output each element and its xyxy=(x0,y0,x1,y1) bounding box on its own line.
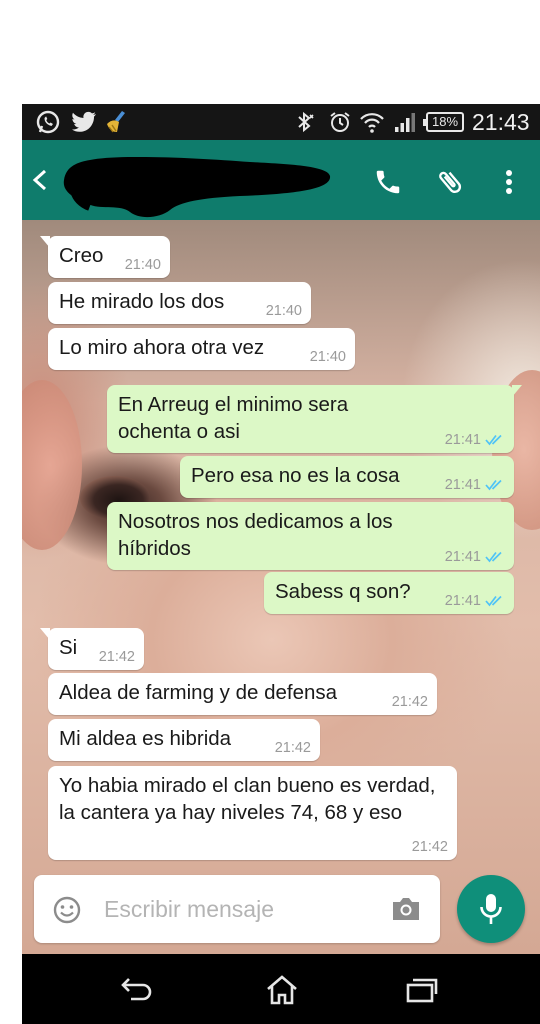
back-arrow-icon[interactable] xyxy=(28,166,52,194)
read-receipt-icon xyxy=(485,595,502,607)
message-text: Aldea de farming y de defensa xyxy=(59,681,338,704)
message-meta: 21:42 xyxy=(99,649,135,665)
message-bubble-outgoing[interactable]: En Arreug el minimo sera ochenta o asi 2… xyxy=(107,385,522,453)
message-input-placeholder: Escribir mensaje xyxy=(104,896,274,922)
message-meta: 21:41 xyxy=(445,432,505,448)
message-meta: 21:41 xyxy=(445,549,505,565)
message-text: Lo miro ahora otra vez xyxy=(59,336,265,359)
more-vert-icon[interactable] xyxy=(492,162,526,202)
message-time: 21:40 xyxy=(309,349,346,365)
message-bubble-outgoing[interactable]: Nosotros nos dedicamos a los híbridos 21… xyxy=(107,502,514,570)
message-time: 21:41 xyxy=(444,432,481,448)
message-text: Nosotros nos dedicamos a los híbridos xyxy=(118,510,393,560)
message-meta: 21:42 xyxy=(412,839,448,855)
message-bubble-incoming[interactable]: Lo miro ahora otra vez 21:40 xyxy=(48,328,355,370)
mic-button[interactable] xyxy=(457,875,525,943)
whatsapp-icon xyxy=(34,109,62,135)
message-meta: 21:42 xyxy=(275,740,311,756)
twitter-icon xyxy=(70,109,98,135)
message-bubble-incoming[interactable]: Yo habia mirado el clan bueno es verdad,… xyxy=(48,766,457,860)
clean-master-icon xyxy=(102,109,130,135)
message-time: 21:42 xyxy=(411,839,448,855)
nav-recents-icon[interactable] xyxy=(402,972,442,1008)
message-bubble-outgoing[interactable]: Sabess q son? 21:41 xyxy=(264,572,514,614)
mic-icon xyxy=(480,894,502,924)
message-bubble-incoming[interactable]: Mi aldea es hibrida 21:42 xyxy=(48,719,320,761)
message-text: Pero esa no es la cosa xyxy=(191,464,400,487)
message-text: Si xyxy=(59,636,78,659)
message-time: 21:41 xyxy=(444,593,481,609)
contact-name-redacted[interactable] xyxy=(60,152,332,222)
emoji-icon[interactable] xyxy=(52,895,82,925)
system-nav-bar xyxy=(22,954,540,1024)
message-time: 21:40 xyxy=(265,303,302,319)
read-receipt-icon xyxy=(485,551,502,563)
message-bubble-incoming[interactable]: Aldea de farming y de defensa 21:42 xyxy=(48,673,437,715)
chat-header xyxy=(22,140,540,220)
message-text: En Arreug el minimo sera ochenta o asi xyxy=(118,393,349,443)
message-bubble-incoming[interactable]: Si 21:42 xyxy=(40,628,144,670)
message-bubble-outgoing[interactable]: Pero esa no es la cosa 21:41 xyxy=(180,456,514,498)
message-text: Sabess q son? xyxy=(275,580,411,603)
message-text: He mirado los dos xyxy=(59,290,225,313)
status-bar: 18% 21:43 xyxy=(22,104,540,140)
message-time: 21:41 xyxy=(444,477,481,493)
nav-back-icon[interactable] xyxy=(117,972,157,1008)
message-meta: 21:42 xyxy=(392,694,428,710)
read-receipt-icon xyxy=(485,479,502,491)
wallpaper-ear-left xyxy=(22,380,82,550)
message-text: Mi aldea es hibrida xyxy=(59,727,232,750)
message-time: 21:42 xyxy=(391,694,428,710)
status-clock: 21:43 xyxy=(472,109,530,135)
message-meta: 21:41 xyxy=(445,477,505,493)
attach-icon[interactable] xyxy=(430,162,470,202)
bluetooth-icon xyxy=(292,109,318,135)
message-text: Yo habia mirado el clan bueno es verdad,… xyxy=(59,774,436,824)
phone-screen: 18% 21:43 Creo 21:40 He mirado los dos 2… xyxy=(22,104,540,1024)
nav-home-icon[interactable] xyxy=(262,972,302,1008)
message-time: 21:40 xyxy=(124,257,161,273)
alarm-icon xyxy=(327,109,353,135)
message-text: Creo xyxy=(59,244,104,267)
message-bubble-incoming[interactable]: Creo 21:40 xyxy=(40,236,170,278)
read-receipt-icon xyxy=(485,434,502,446)
message-meta: 21:40 xyxy=(125,257,161,273)
message-time: 21:41 xyxy=(444,549,481,565)
message-meta: 21:40 xyxy=(310,349,346,365)
wifi-icon xyxy=(358,109,386,135)
message-meta: 21:41 xyxy=(445,593,505,609)
battery-icon: 18% xyxy=(423,112,464,132)
message-meta: 21:40 xyxy=(266,303,302,319)
camera-icon[interactable] xyxy=(390,895,422,923)
phone-icon[interactable] xyxy=(368,162,408,202)
message-bubble-incoming[interactable]: He mirado los dos 21:40 xyxy=(48,282,311,324)
message-time: 21:42 xyxy=(274,740,311,756)
message-input[interactable]: Escribir mensaje xyxy=(34,875,440,943)
signal-icon xyxy=(392,109,418,135)
message-time: 21:42 xyxy=(98,649,135,665)
